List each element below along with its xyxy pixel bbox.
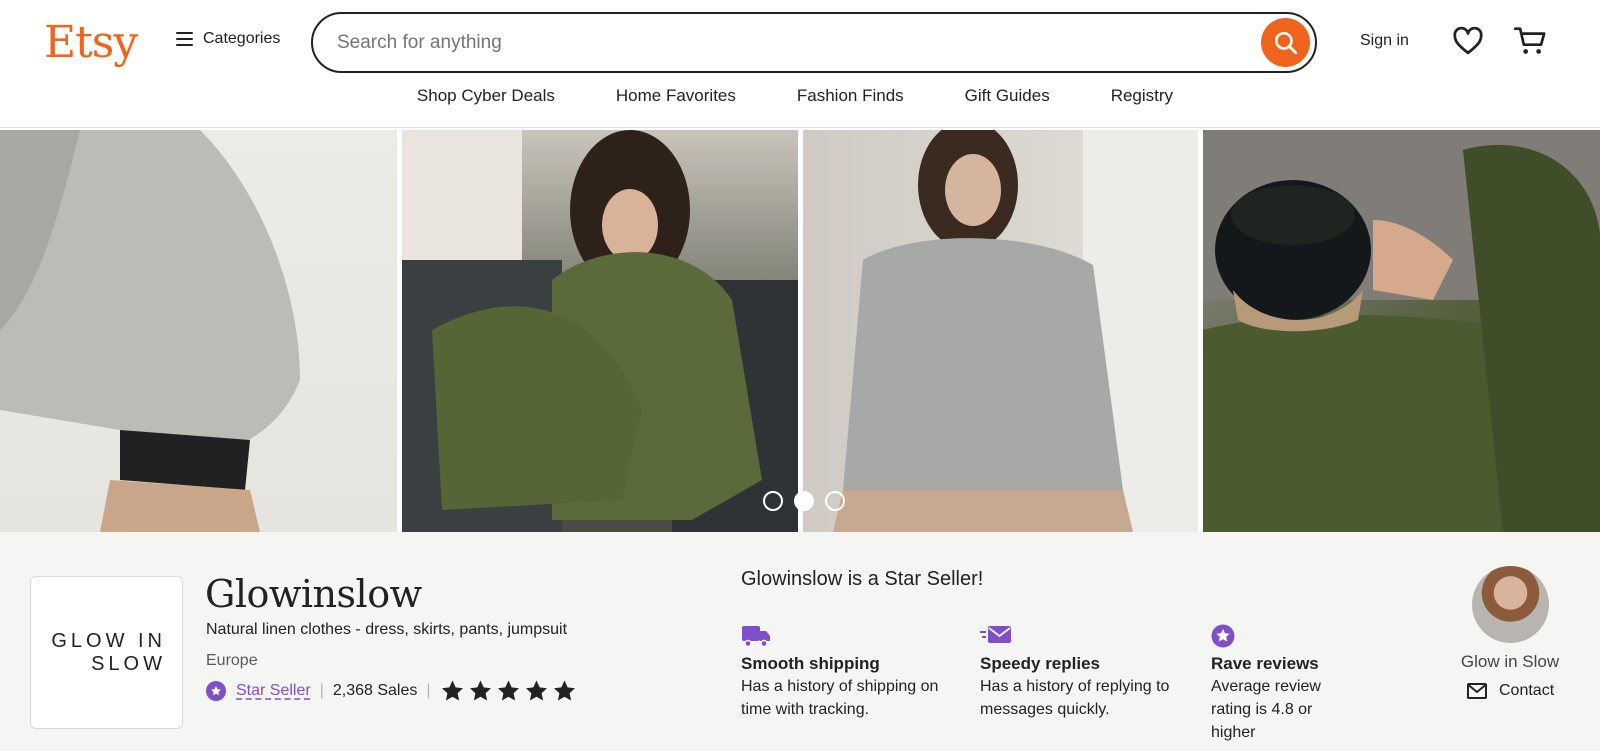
star-seller-heading: Glowinslow is a Star Seller! bbox=[741, 568, 984, 590]
envelope-icon bbox=[1467, 683, 1487, 699]
badge-text: Has a history of shipping on time with t… bbox=[741, 678, 939, 718]
shop-info-section: GLOW IN SLOW Glowinslow Natural linen cl… bbox=[0, 532, 1600, 751]
badge-title: Speedy replies bbox=[980, 654, 1101, 673]
shop-logo-line2: SLOW bbox=[91, 652, 166, 675]
banner-image-coffee-cup bbox=[1203, 130, 1600, 532]
badge-text: Average review rating is 4.8 or higher bbox=[1211, 678, 1321, 741]
category-nav: Shop Cyber Deals Home Favorites Fashion … bbox=[0, 86, 1600, 106]
star-badge-icon bbox=[1211, 624, 1235, 648]
shop-banner bbox=[0, 130, 1600, 532]
contact-label: Contact bbox=[1499, 682, 1555, 699]
shop-logo-line1: GLOW IN bbox=[51, 629, 166, 652]
badge-title: Rave reviews bbox=[1211, 654, 1319, 673]
etsy-logo[interactable]: Etsy bbox=[44, 14, 138, 72]
carousel-dot-3[interactable] bbox=[825, 491, 845, 511]
star-seller-icon bbox=[206, 681, 226, 701]
carousel-dot-1[interactable] bbox=[763, 491, 783, 511]
badge-speedy-replies: Speedy replies Has a history of replying… bbox=[980, 624, 1190, 721]
search-bar bbox=[311, 12, 1317, 73]
heart-icon[interactable] bbox=[1453, 27, 1483, 55]
badge-text: Has a history of replying to messages qu… bbox=[980, 678, 1170, 718]
shop-location: Europe bbox=[206, 652, 258, 669]
carousel-dot-2[interactable] bbox=[794, 491, 814, 511]
truck-icon bbox=[742, 626, 770, 648]
nav-shop-cyber-deals[interactable]: Shop Cyber Deals bbox=[417, 86, 555, 106]
owner-name[interactable]: Glow in Slow bbox=[1450, 652, 1570, 672]
star-icon bbox=[497, 680, 519, 701]
search-button[interactable] bbox=[1261, 18, 1310, 67]
badge-title: Smooth shipping bbox=[741, 654, 880, 673]
banner-image-green-sweatsuit bbox=[401, 130, 798, 532]
categories-label: Categories bbox=[203, 30, 281, 47]
star-icon bbox=[525, 680, 547, 701]
divider: | bbox=[319, 682, 324, 699]
star-icon bbox=[441, 680, 463, 701]
cart-icon[interactable] bbox=[1514, 26, 1546, 56]
badge-rave-reviews: Rave reviews Average review rating is 4.… bbox=[1211, 624, 1361, 744]
badge-smooth-shipping: Smooth shipping Has a history of shippin… bbox=[741, 624, 951, 721]
nav-registry[interactable]: Registry bbox=[1111, 86, 1173, 106]
search-icon bbox=[1274, 31, 1297, 54]
envelope-fast-icon bbox=[980, 626, 1011, 643]
hamburger-icon bbox=[176, 32, 193, 46]
carousel-dots bbox=[763, 491, 845, 511]
star-seller-link[interactable]: Star Seller bbox=[236, 682, 311, 700]
contact-button[interactable]: Contact bbox=[1467, 682, 1554, 700]
banner-image-grey-hoodie bbox=[0, 130, 397, 532]
nav-home-favorites[interactable]: Home Favorites bbox=[616, 86, 736, 106]
shop-owner: Glow in Slow bbox=[1460, 566, 1560, 672]
nav-fashion-finds[interactable]: Fashion Finds bbox=[797, 86, 904, 106]
shop-name: Glowinslow bbox=[205, 572, 422, 616]
star-icon bbox=[469, 680, 491, 701]
shop-meta: Star Seller | 2,368 Sales | bbox=[206, 679, 577, 703]
shop-logo[interactable]: GLOW IN SLOW bbox=[30, 576, 183, 729]
nav-gift-guides[interactable]: Gift Guides bbox=[965, 86, 1050, 106]
search-input[interactable] bbox=[337, 14, 1217, 71]
sales-count: 2,368 Sales bbox=[332, 682, 418, 699]
divider: | bbox=[426, 682, 431, 699]
star-icon bbox=[553, 680, 575, 701]
site-header: Etsy Categories Sign in Shop Cyber Deals… bbox=[0, 0, 1600, 128]
shop-tagline: Natural linen clothes - dress, skirts, p… bbox=[206, 621, 568, 638]
avatar[interactable] bbox=[1471, 566, 1549, 643]
rating-stars[interactable] bbox=[440, 679, 577, 703]
banner-image-grey-sweatshirt bbox=[802, 130, 1199, 532]
sign-in-link[interactable]: Sign in bbox=[1360, 32, 1409, 50]
categories-button[interactable]: Categories bbox=[176, 30, 280, 48]
